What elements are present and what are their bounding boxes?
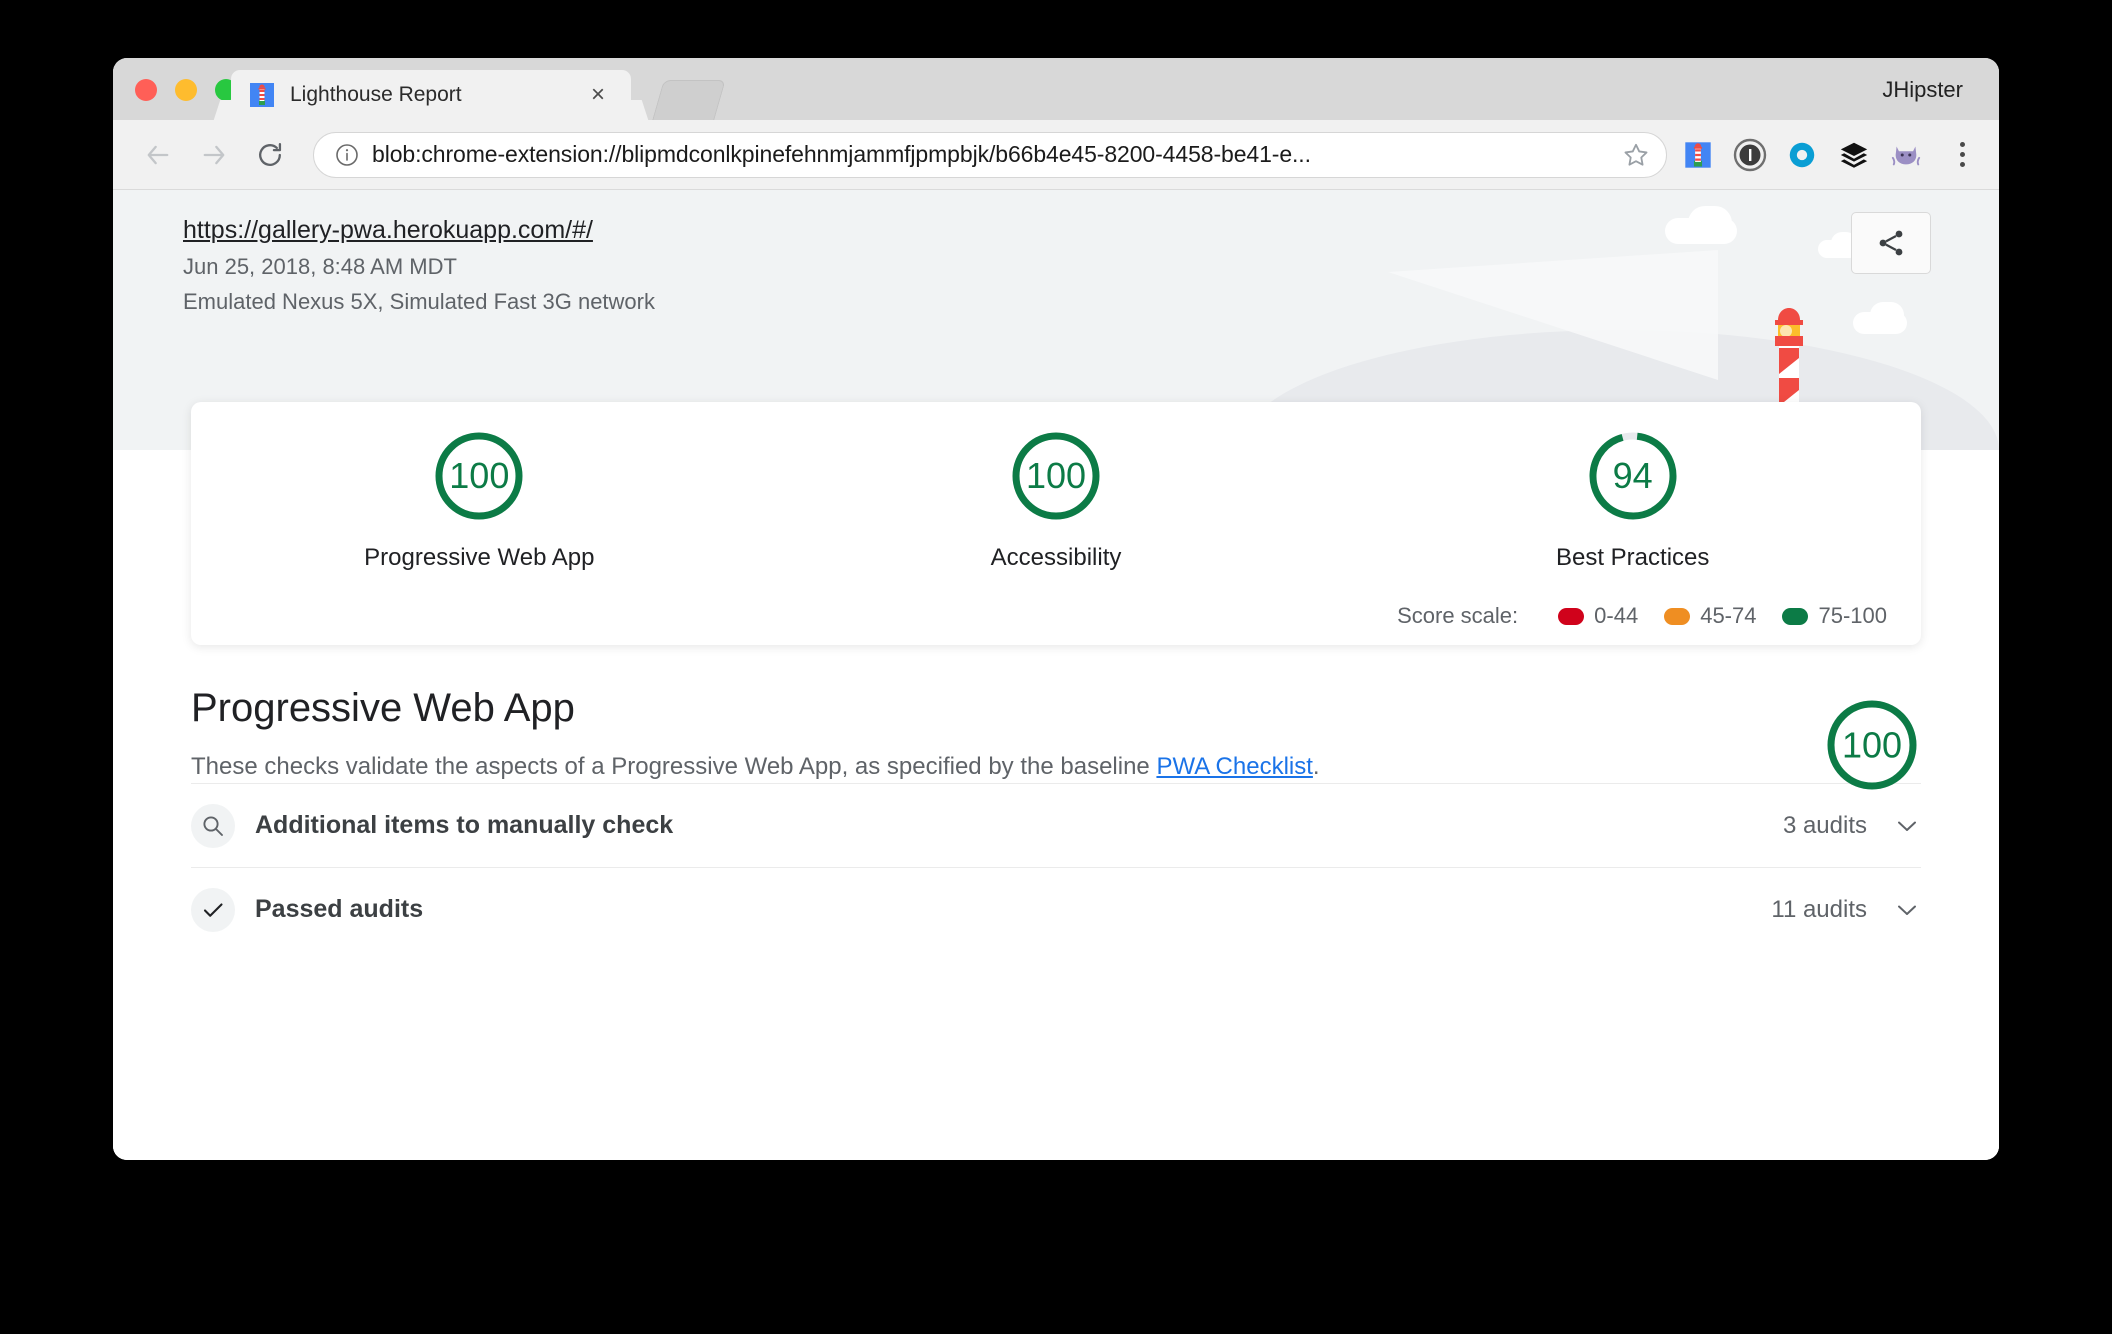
chrome-menu-icon[interactable] [1947,138,1977,172]
description-text-after: . [1313,753,1320,780]
gauge-value: 100 [431,428,527,524]
close-window-button[interactable] [135,79,157,101]
minimize-window-button[interactable] [175,79,197,101]
pwa-section-header: Progressive Web App These checks validat… [191,686,1921,783]
tab-title: Lighthouse Report [290,83,585,107]
new-tab-button[interactable] [652,80,725,120]
audit-row-passed[interactable]: Passed audits 11 audits [191,867,1921,951]
score-scale-label: Score scale: [1397,603,1518,629]
share-button[interactable] [1851,212,1931,274]
gauge-label: Progressive Web App [364,544,594,572]
chevron-down-icon[interactable] [1893,812,1921,840]
page-info-icon[interactable] [334,142,360,168]
bookmark-star-icon[interactable] [1622,141,1650,169]
section-title: Progressive Web App [191,686,1921,731]
gauge-best-practices[interactable]: 94 Best Practices [1344,428,1921,572]
report-timestamp: Jun 25, 2018, 8:48 AM MDT [183,254,655,280]
lighthouse-extension-icon[interactable] [1681,138,1715,172]
scale-range: 45-74 [1700,603,1756,629]
url-text[interactable]: blob:chrome-extension://blipmdconlkpinef… [372,141,1610,168]
gauge-value: 100 [1008,428,1104,524]
back-arrow-icon[interactable] [135,132,181,178]
tab-strip: Lighthouse Report × JHipster [113,58,1999,120]
layers-extension-icon[interactable] [1837,138,1871,172]
report-body: Progressive Web App These checks validat… [113,660,1999,1160]
score-scale-legend: Score scale: 0-44 45-74 75-100 [1397,603,1887,629]
scale-item-average: 45-74 [1664,603,1756,629]
octotree-extension-icon[interactable] [1785,138,1819,172]
scale-item-fail: 0-44 [1558,603,1638,629]
share-icon [1875,227,1907,259]
scale-range: 75-100 [1818,603,1887,629]
scale-pill-red [1558,608,1584,625]
scores-card: 100 Progressive Web App 100 Accessibilit… [191,402,1921,645]
gauge-ring: 100 [1008,428,1104,524]
gauge-value: 94 [1585,428,1681,524]
cloud-icon [1870,302,1904,328]
scale-range: 0-44 [1594,603,1638,629]
reload-icon[interactable] [247,132,293,178]
audit-title: Additional items to manually check [255,811,1783,840]
cloud-icon [1688,206,1732,240]
score-gauges: 100 Progressive Web App 100 Accessibilit… [191,402,1921,572]
tab-lighthouse-report[interactable]: Lighthouse Report × [231,70,631,120]
forward-arrow-icon[interactable] [191,132,237,178]
chevron-down-icon[interactable] [1893,896,1921,924]
scale-pill-green [1782,608,1808,625]
gauge-label: Accessibility [991,544,1122,572]
section-score-gauge: 100 [1823,696,1921,794]
check-icon [191,888,235,932]
page-viewport: https://gallery-pwa.herokuapp.com/#/ Jun… [113,190,1999,1160]
browser-toolbar: blob:chrome-extension://blipmdconlkpinef… [113,120,1999,190]
lighthouse-icon [249,82,275,108]
section-score-value: 100 [1842,725,1902,766]
gauge-accessibility[interactable]: 100 Accessibility [768,428,1345,572]
audit-row-manual[interactable]: Additional items to manually check 3 aud… [191,783,1921,867]
audited-url-link[interactable]: https://gallery-pwa.herokuapp.com/#/ [183,216,593,245]
gauge-ring: 94 [1585,428,1681,524]
browser-window: Lighthouse Report × JHipster [113,58,1999,1160]
description-text-before: These checks validate the aspects of a P… [191,753,1156,780]
scale-item-pass: 75-100 [1782,603,1887,629]
close-icon[interactable]: × [585,82,611,108]
audit-count: 11 audits [1771,896,1867,924]
gauge-ring: 100 [431,428,527,524]
section-description: These checks validate the aspects of a P… [191,751,1571,783]
report-metadata: https://gallery-pwa.herokuapp.com/#/ Jun… [183,216,655,315]
report-environment: Emulated Nexus 5X, Simulated Fast 3G net… [183,289,655,315]
search-icon [191,804,235,848]
gauge-label: Best Practices [1556,544,1709,572]
pwa-checklist-link[interactable]: PWA Checklist [1156,753,1312,780]
onepassword-extension-icon[interactable] [1733,138,1767,172]
scale-pill-orange [1664,608,1690,625]
window-traffic-lights [135,79,237,101]
audit-title: Passed audits [255,895,1771,924]
extension-icons [1681,138,1977,172]
gauge-pwa[interactable]: 100 Progressive Web App [191,428,768,572]
octocat-extension-icon[interactable] [1889,138,1923,172]
address-bar[interactable]: blob:chrome-extension://blipmdconlkpinef… [313,132,1667,178]
audit-count: 3 audits [1783,812,1867,840]
light-beam-illustration [1388,250,1718,380]
profile-name[interactable]: JHipster [1882,77,1963,103]
